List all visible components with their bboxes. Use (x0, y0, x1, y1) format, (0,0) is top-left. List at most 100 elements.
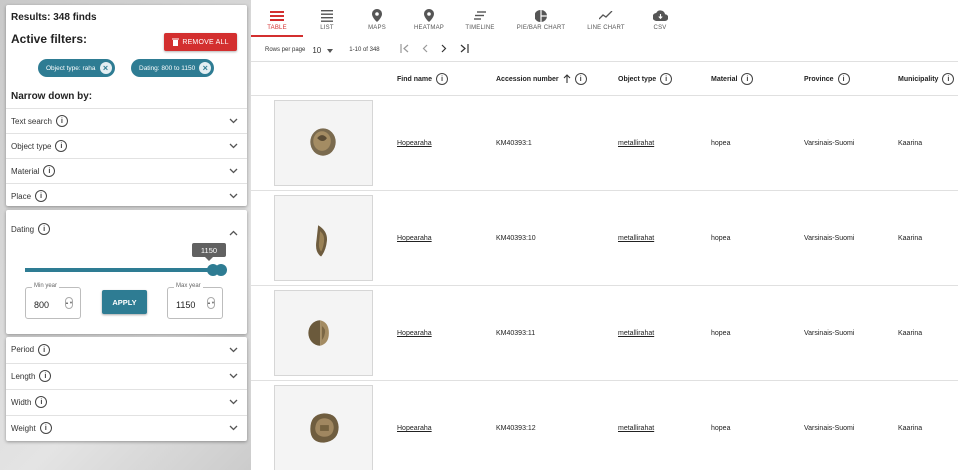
header-object-type[interactable]: Object type i (618, 73, 673, 85)
accession-number: KM40393:1 (496, 140, 532, 147)
facet-label: Period (11, 345, 35, 354)
header-province[interactable]: Province i (804, 73, 850, 85)
active-filters-title: Active filters: (11, 32, 88, 46)
tab-pie-bar-chart[interactable]: PIE/BAR CHART (505, 0, 577, 38)
facet-label: Text search (11, 116, 52, 126)
remove-all-label: REMOVE ALL (182, 38, 229, 46)
apply-button[interactable]: APPLY (102, 290, 147, 314)
facet-panel: Results: 348 finds Active filters: REMOV… (6, 5, 247, 206)
facet-label: Width (11, 397, 32, 407)
tab-csv[interactable]: CSV (635, 0, 685, 38)
tab-timeline[interactable]: TIMELINE (455, 0, 505, 38)
chevron-down-icon (229, 143, 238, 149)
facet-place[interactable]: Place i (6, 183, 247, 208)
info-icon[interactable]: i (39, 422, 52, 434)
table-row: Hopearaha KM40393:12 metallirahat hopea … (251, 380, 958, 470)
info-icon[interactable]: i (55, 140, 68, 152)
find-name-link[interactable]: Hopearaha (397, 425, 432, 432)
facet-length[interactable]: Length i (6, 363, 247, 388)
facet-period[interactable]: Period i (6, 337, 247, 362)
filter-chip-dating[interactable]: Dating: 800 to 1150 × (131, 59, 215, 77)
object-type-link[interactable]: metallirahat (618, 140, 654, 147)
more-facets-panel: Period i Length i Width i Weight i (6, 337, 247, 441)
chevron-down-icon (229, 347, 238, 353)
slider-thumb-max[interactable] (215, 264, 227, 276)
previous-page-icon[interactable] (422, 44, 428, 56)
coin-thumbnail[interactable] (274, 100, 373, 186)
remove-all-button[interactable]: REMOVE ALL (164, 33, 237, 51)
info-icon[interactable]: i (436, 73, 449, 85)
max-year-value[interactable]: 1150 (176, 300, 195, 310)
facet-weight[interactable]: Weight i (6, 415, 247, 440)
facet-material[interactable]: Material i (6, 158, 247, 183)
stepper-icon[interactable]: ▲▼ (65, 297, 73, 309)
tab-maps[interactable]: MAPS (351, 0, 403, 38)
info-icon[interactable]: i (741, 73, 754, 85)
object-type-link[interactable]: metallirahat (618, 330, 654, 337)
slider-track[interactable] (25, 268, 221, 272)
pagination-range: 1-10 of 348 (349, 47, 380, 53)
info-icon[interactable]: i (38, 343, 51, 356)
header-label: Material (711, 75, 738, 83)
max-year-field[interactable]: Max year 1150 ▲▼ (167, 283, 223, 319)
chevron-down-icon (229, 399, 238, 405)
facet-text-search[interactable]: Text search i (6, 108, 247, 133)
province-value: Varsinais-Suomi (804, 330, 855, 337)
header-label: Accession number (496, 75, 559, 83)
header-municipality[interactable]: Municipality i (898, 73, 955, 85)
info-icon[interactable]: i (43, 165, 56, 177)
chevron-down-icon (229, 118, 238, 124)
info-icon[interactable]: i (35, 190, 48, 202)
min-year-value[interactable]: 800 (34, 300, 49, 310)
tab-list[interactable]: LIST (303, 0, 351, 38)
tab-table[interactable]: TABLE (251, 0, 303, 38)
coin-thumbnail[interactable] (274, 290, 373, 376)
close-icon[interactable]: × (99, 62, 112, 74)
info-icon[interactable]: i (38, 223, 51, 235)
header-find-name[interactable]: Find name i (397, 73, 449, 85)
last-page-icon[interactable] (460, 44, 469, 56)
info-icon[interactable]: i (39, 370, 52, 382)
chevron-down-icon (229, 168, 238, 174)
facet-width[interactable]: Width i (6, 389, 247, 414)
accession-number: KM40393:10 (496, 235, 536, 242)
header-accession-number[interactable]: Accession number i (496, 73, 587, 85)
table-row: Hopearaha KM40393:11 metallirahat hopea … (251, 285, 958, 380)
material-value: hopea (711, 425, 731, 432)
coin-thumbnail[interactable] (274, 385, 373, 470)
info-icon[interactable]: i (837, 73, 850, 85)
min-year-field[interactable]: Min year 800 ▲▼ (25, 283, 81, 319)
info-icon[interactable]: i (660, 73, 673, 85)
find-name-link[interactable]: Hopearaha (397, 235, 432, 242)
tab-heatmap[interactable]: HEATMAP (403, 0, 455, 38)
object-type-link[interactable]: metallirahat (618, 235, 654, 242)
header-material[interactable]: Material i (711, 73, 754, 85)
info-icon[interactable]: i (55, 115, 68, 127)
stepper-icon[interactable]: ▲▼ (207, 297, 215, 309)
info-icon[interactable]: i (942, 73, 955, 85)
object-type-link[interactable]: metallirahat (618, 425, 654, 432)
info-icon[interactable]: i (35, 396, 48, 408)
results-count: Results: 348 finds (11, 12, 97, 23)
sort-arrow-up-icon[interactable] (563, 73, 571, 85)
first-page-icon[interactable] (400, 44, 409, 56)
filter-chip-object-type[interactable]: Object type: raha × (38, 59, 115, 77)
find-name-link[interactable]: Hopearaha (397, 330, 432, 337)
tab-label: LINE CHART (587, 25, 625, 31)
municipality-value: Kaarina (898, 140, 923, 147)
tab-label: HEATMAP (414, 25, 444, 31)
next-page-icon[interactable] (441, 44, 447, 56)
filter-chip-label: Object type: raha (46, 64, 96, 72)
chevron-up-icon[interactable] (229, 223, 238, 241)
tab-line-chart[interactable]: LINE CHART (577, 0, 635, 38)
tab-label: CSV (653, 25, 667, 31)
info-icon[interactable]: i (574, 73, 587, 85)
coin-thumbnail[interactable] (274, 195, 373, 281)
close-icon[interactable]: × (199, 62, 212, 74)
facet-object-type[interactable]: Object type i (6, 133, 247, 158)
header-label: Find name (397, 75, 433, 83)
rows-per-page-select[interactable]: 10 (312, 46, 334, 55)
cloud-download-icon (652, 9, 668, 22)
find-name-link[interactable]: Hopearaha (397, 140, 432, 147)
province-value: Varsinais-Suomi (804, 140, 855, 147)
